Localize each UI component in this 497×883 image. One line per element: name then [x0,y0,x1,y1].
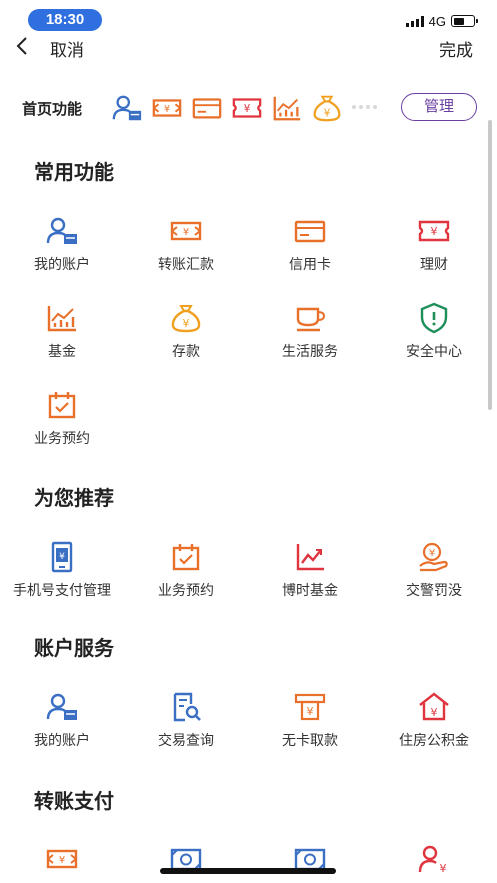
function-item-label: 生活服务 [282,343,338,359]
phone-pay-icon: ¥ [51,541,73,573]
deposit-bag-icon: ¥ [313,95,341,122]
status-bar: 18:30 4G [0,0,497,34]
function-item-label: 基金 [48,343,76,359]
svg-text:¥: ¥ [59,855,65,866]
atm-icon: ¥ [294,693,326,721]
person-yuan-icon: ¥ [418,845,447,875]
function-item-label: 我的账户 [34,732,90,748]
function-item[interactable]: 安全中心 [372,301,496,371]
home-indicator[interactable] [160,868,336,874]
function-item[interactable]: 业务预约 [124,540,248,610]
function-item-label: 住房公积金 [399,732,469,748]
cancel-button[interactable]: 取消 [50,36,84,61]
function-item[interactable] [248,842,372,883]
transfer-icon: ¥ [152,99,182,117]
function-item[interactable]: 交易查询 [124,690,248,760]
function-item-label: 交警罚没 [406,582,462,598]
transfer-icon: ¥ [170,221,202,241]
function-item[interactable]: 信用卡 [248,214,372,284]
done-button[interactable]: 完成 [439,36,473,61]
function-item-label: 博时基金 [282,582,338,598]
svg-text:¥: ¥ [164,104,170,115]
function-item-label: 存款 [172,343,200,359]
svg-text:¥: ¥ [429,548,435,559]
status-indicators: 4G [405,13,478,29]
section-title-account-services: 账户服务 [34,638,114,660]
function-item[interactable]: ¥ 理财 [372,214,496,284]
scrollbar[interactable] [488,120,492,410]
network-type: 4G [428,13,446,29]
function-item[interactable]: ¥ [372,842,496,883]
svg-text:¥: ¥ [324,107,331,119]
function-item-label: 交易查询 [158,732,214,748]
svg-text:¥: ¥ [431,706,438,719]
function-item[interactable]: 我的账户 [0,690,124,760]
back-chevron-icon[interactable] [14,35,32,57]
coin-hand-icon: ¥ [419,542,448,572]
svg-text:¥: ¥ [59,552,65,562]
function-item[interactable]: 业务预约 [0,388,124,458]
svg-text:¥: ¥ [244,103,251,115]
function-item[interactable]: 博时基金 [248,540,372,610]
fund-chart-icon [47,306,76,332]
function-item[interactable]: ¥ 无卡取款 [248,690,372,760]
function-item[interactable]: ¥ [0,842,124,883]
manage-button[interactable]: 管理 [401,93,477,121]
credit-card-icon [192,98,222,119]
coffee-cup-icon [296,307,326,332]
search-doc-icon [173,692,201,722]
svg-text:¥: ¥ [307,705,314,718]
calendar-icon [172,544,200,571]
finance-icon: ¥ [418,220,450,242]
clock: 18:30 [28,9,102,31]
home-function-icons: ¥ ¥ ¥ [110,92,344,124]
function-item[interactable]: ¥ 住房公积金 [372,690,496,760]
account-icon [46,217,77,244]
function-item-label: 业务预约 [158,582,214,598]
svg-text:¥: ¥ [431,225,438,238]
function-item[interactable]: ¥ 存款 [124,301,248,371]
function-item-label: 无卡取款 [282,732,338,748]
section-title-common: 常用功能 [34,162,114,184]
account-icon [46,693,77,720]
function-item[interactable]: 我的账户 [0,214,124,284]
credit-card-icon [294,220,326,243]
account-icon [112,95,142,121]
deposit-bag-icon: ¥ [171,305,201,333]
function-item[interactable]: ¥ 转账汇款 [124,214,248,284]
function-item-label: 我的账户 [34,256,90,272]
function-item-label: 业务预约 [34,430,90,446]
function-item-label: 手机号支付管理 [13,582,111,598]
signal-icon [405,15,424,27]
shield-icon [420,302,448,334]
home-functions-label: 首页功能 [22,101,83,118]
function-item[interactable]: ¥ 手机号支付管理 [0,540,124,610]
house-icon: ¥ [419,692,449,721]
calendar-icon [48,392,76,419]
svg-text:¥: ¥ [440,862,447,875]
function-item-label: 安全中心 [406,343,462,359]
svg-text:¥: ¥ [183,227,189,238]
nav-bar: 取消 完成 [0,34,497,60]
trend-icon [296,544,324,571]
battery-level [453,17,464,25]
section-title-transfer-payment: 转账支付 [34,791,114,813]
battery-icon [451,15,478,27]
function-item[interactable]: ¥ 交警罚没 [372,540,496,610]
section-title-recommended: 为您推荐 [34,488,114,510]
function-item[interactable]: 生活服务 [248,301,372,371]
transfer-icon: ¥ [46,849,78,869]
function-item-label: 转账汇款 [158,256,214,272]
function-item[interactable] [124,842,248,883]
finance-icon: ¥ [232,98,262,118]
fund-chart-icon [273,96,301,121]
home-functions-strip: 首页功能 ¥ ¥ ¥ 管理 [0,88,497,128]
more-dots-icon [352,105,377,109]
function-item-label: 信用卡 [289,256,331,272]
function-item-label: 理财 [420,256,448,272]
svg-text:¥: ¥ [183,317,190,330]
function-item[interactable]: 基金 [0,301,124,371]
